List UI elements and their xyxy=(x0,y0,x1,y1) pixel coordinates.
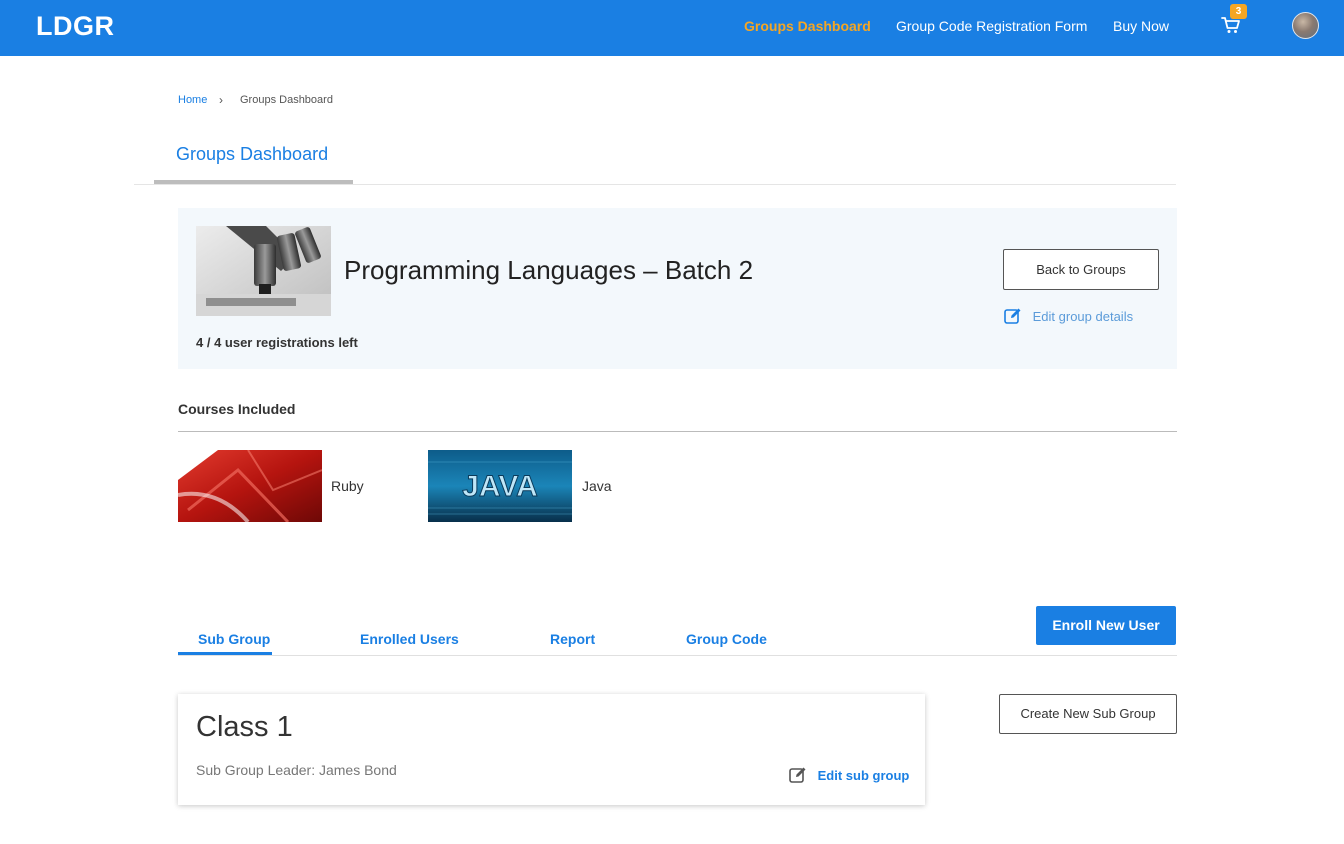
user-avatar[interactable] xyxy=(1292,12,1319,39)
group-title: Programming Languages – Batch 2 xyxy=(344,255,754,285)
enroll-new-user-button[interactable]: Enroll New User xyxy=(1036,606,1176,645)
edit-sub-group-link[interactable]: Edit sub group xyxy=(788,765,909,785)
tab-group-code[interactable]: Group Code xyxy=(686,631,767,647)
edit-group-details-link[interactable]: Edit group details xyxy=(1003,306,1133,326)
top-nav-bar: LDGR Groups Dashboard Group Code Registr… xyxy=(0,0,1344,56)
tab-report[interactable]: Report xyxy=(550,631,595,647)
back-to-groups-button[interactable]: Back to Groups xyxy=(1003,249,1159,290)
app-logo[interactable]: LDGR xyxy=(36,11,115,42)
ruby-logo-icon[interactable] xyxy=(178,450,322,522)
chevron-right-icon: › xyxy=(219,93,223,107)
courses-heading: Courses Included xyxy=(178,401,296,417)
tab-sub-group[interactable]: Sub Group xyxy=(198,631,270,647)
subgroup-title: Class 1 xyxy=(196,711,293,743)
group-image xyxy=(196,226,331,316)
breadcrumb-home-link[interactable]: Home xyxy=(178,94,207,106)
page-title-tab[interactable]: Groups Dashboard xyxy=(176,144,328,165)
edit-sub-group-label: Edit sub group xyxy=(817,767,910,783)
java-banner-text: JAVA xyxy=(462,470,538,503)
edit-icon xyxy=(788,766,812,783)
java-banner-icon[interactable]: JAVA xyxy=(428,450,572,522)
tab-enrolled-users[interactable]: Enrolled Users xyxy=(360,631,459,647)
subgroup-leader: Sub Group Leader: James Bond xyxy=(196,762,397,778)
breadcrumb-current: Groups Dashboard xyxy=(240,94,333,106)
registrations-left: 4 / 4 user registrations left xyxy=(196,335,358,350)
course-name-java[interactable]: Java xyxy=(582,478,612,494)
course-name-ruby[interactable]: Ruby xyxy=(331,478,364,494)
edit-group-label: Edit group details xyxy=(1032,308,1134,324)
nav-buy-now[interactable]: Buy Now xyxy=(1113,18,1169,34)
edit-icon xyxy=(1003,307,1027,324)
nav-group-code-registration[interactable]: Group Code Registration Form xyxy=(896,18,1087,34)
create-new-sub-group-button[interactable]: Create New Sub Group xyxy=(999,694,1177,734)
cart-count-badge: 3 xyxy=(1230,4,1247,19)
divider xyxy=(134,184,1176,185)
divider xyxy=(178,655,1177,656)
divider xyxy=(178,431,1177,432)
nav-groups-dashboard[interactable]: Groups Dashboard xyxy=(744,18,871,34)
